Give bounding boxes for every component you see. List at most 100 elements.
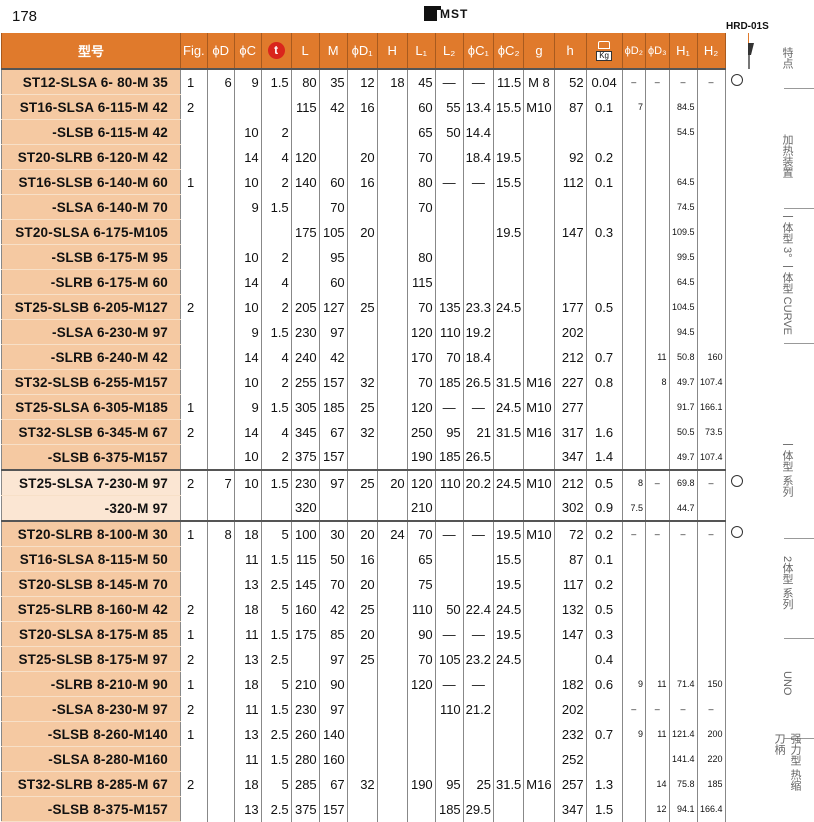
cell-d <box>206 646 235 672</box>
side-tab[interactable]: 2体型 系列 <box>760 533 814 633</box>
side-tab[interactable]: UNO <box>760 633 814 733</box>
cell-l2: 50 <box>434 596 464 622</box>
cell-d <box>206 319 235 345</box>
cell-c1 <box>462 219 494 245</box>
cell-h1: 75.8 <box>668 771 698 797</box>
cell-d2 <box>621 646 646 672</box>
header-t: t <box>260 33 292 69</box>
cell-c2 <box>492 344 525 370</box>
model-cell: ST25-SLRB 8-160-M 42 <box>1 596 181 622</box>
cell-d1 <box>346 696 378 722</box>
table-row: -320-M 97 320 210 302 0.9 7.5 44.7 <box>1 495 749 522</box>
cell-c2 <box>492 244 525 270</box>
cell-kg: 0.7 <box>585 344 623 370</box>
cell-c2: 15.5 <box>492 546 525 572</box>
model-cell: -320-M 97 <box>1 495 181 522</box>
table-row: ST20-SLSA 8-175-M 85 1 11 1.5 175 85 20 90— —19.… <box>1 621 749 647</box>
cell-h <box>376 419 408 445</box>
side-tab[interactable]: 一体型 系列 <box>760 403 814 533</box>
cell-h1: 99.5 <box>668 244 698 270</box>
cell-l2 <box>434 194 464 220</box>
model-cell: -SLSB 6-375-M157 <box>1 444 181 471</box>
cell-h2: 73.5 <box>696 419 726 445</box>
cell-kg: 0.1 <box>585 169 623 195</box>
cell-fig: 2 <box>180 596 208 622</box>
cell-t: 5 <box>260 771 292 797</box>
cell-l1: 190 <box>406 444 436 471</box>
model-cell: ST20-SLSB 8-145-M 70 <box>1 571 181 597</box>
cell-g: M10 <box>523 394 555 420</box>
header-phi-d3: ϕD₃ <box>644 33 670 69</box>
cell-h <box>376 746 408 772</box>
cell-h <box>376 369 408 395</box>
cell-d1: 12 <box>346 68 378 95</box>
cell-c: 18 <box>233 671 262 697</box>
cell-c1: 20.2 <box>462 469 494 496</box>
cell-c1: 23.2 <box>462 646 494 672</box>
model-cell: -SLSA 6-230-M 97 <box>1 319 181 345</box>
cell-t: 2.5 <box>260 796 292 822</box>
cell-kg: 1.3 <box>585 771 623 797</box>
cell-l2: 55 <box>434 94 464 120</box>
spec-table: 型号 Fig. ϕD ϕC t L M ϕD₁ H L₁ L₂ ϕC₁ ϕC₂ … <box>1 33 749 822</box>
side-tab[interactable]: 特点 <box>760 33 814 83</box>
cell-h: 182 <box>553 671 587 697</box>
header-phi-c2: ϕC₂ <box>492 33 525 69</box>
cell-d1 <box>346 671 378 697</box>
cell-l2: 105 <box>434 646 464 672</box>
cell-d3: – <box>644 469 670 496</box>
model-cell: ST32-SLSB 6-255-M157 <box>1 369 181 395</box>
cell-h1: 109.5 <box>668 219 698 245</box>
cell-m: 35 <box>318 68 348 95</box>
cell-h: 20 <box>376 469 408 496</box>
side-tab[interactable]: 强力型 热缩刀柄 <box>760 733 814 802</box>
header-h-lower: h <box>553 33 587 69</box>
cell-c: 14 <box>233 344 262 370</box>
cell-kg: 1.6 <box>585 419 623 445</box>
cell-d <box>206 119 235 145</box>
cell-c: 14 <box>233 419 262 445</box>
cell-c: 13 <box>233 571 262 597</box>
cell-d3 <box>644 269 670 295</box>
cell-fig: 1 <box>180 169 208 195</box>
cell-d3 <box>644 394 670 420</box>
cell-g <box>523 596 555 622</box>
cell-d1 <box>346 444 378 471</box>
header-h1: H₁ <box>668 33 698 69</box>
cell-l1: 120 <box>406 319 436 345</box>
cell-d <box>206 219 235 245</box>
cell-l2 <box>434 721 464 747</box>
cell-kg: 1.4 <box>585 444 623 471</box>
side-divider <box>784 343 814 344</box>
cell-m: 127 <box>318 294 348 320</box>
cell-d2 <box>621 546 646 572</box>
weight-icon <box>598 40 611 49</box>
cell-d <box>206 169 235 195</box>
cell-fig <box>180 444 208 471</box>
brand-name: MST <box>440 7 469 21</box>
cell-h1: 69.8 <box>668 469 698 496</box>
cell-d3 <box>644 294 670 320</box>
cell-c1: 25 <box>462 771 494 797</box>
cell-h: 212 <box>553 469 587 496</box>
cell-h2 <box>696 219 726 245</box>
cell-t: 2.5 <box>260 721 292 747</box>
side-tab[interactable]: 加热装置 <box>760 108 814 203</box>
cell-c: 13 <box>233 721 262 747</box>
cell-c: 18 <box>233 596 262 622</box>
header-phi-d: ϕD <box>206 33 235 69</box>
cell-c1 <box>462 546 494 572</box>
cell-h <box>553 194 587 220</box>
cell-d <box>206 369 235 395</box>
side-tab[interactable]: 一体型 3° 一体型 CURVE <box>760 208 814 338</box>
cell-c: 10 <box>233 244 262 270</box>
cell-c2 <box>492 444 525 471</box>
cell-c: 10 <box>233 294 262 320</box>
cell-l1: 110 <box>406 596 436 622</box>
cell-h2: 185 <box>696 771 726 797</box>
cell-h <box>376 444 408 471</box>
circle-mark-icon <box>730 526 743 539</box>
cell-l2 <box>434 244 464 270</box>
model-cell: -SLRB 6-175-M 60 <box>1 269 181 295</box>
cell-fig: 1 <box>180 394 208 420</box>
